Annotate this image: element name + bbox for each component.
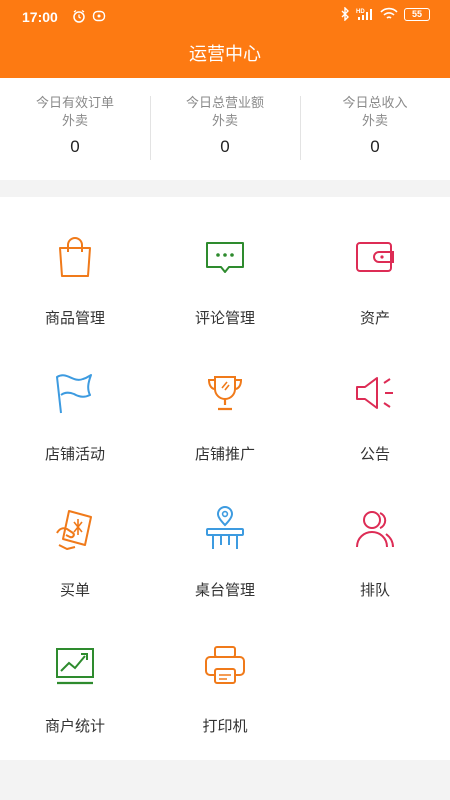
menu-item-reviews[interactable]: 评论管理 bbox=[150, 197, 300, 333]
page-title: 运营中心 bbox=[189, 44, 261, 65]
stat-valid-orders[interactable]: 今日有效订单 外卖 0 bbox=[0, 78, 150, 180]
menu-item-announcement[interactable]: 公告 bbox=[300, 333, 450, 469]
menu-item-printer[interactable]: 打印机 bbox=[150, 605, 300, 741]
menu-item-merchant-stats[interactable]: 商户统计 bbox=[0, 605, 150, 741]
alarm-icon bbox=[73, 9, 85, 23]
menu-item-store-events[interactable]: 店铺活动 bbox=[0, 333, 150, 469]
stat-value: 0 bbox=[220, 137, 230, 156]
stat-total-income[interactable]: 今日总收入 外卖 0 bbox=[300, 78, 450, 180]
menu-item-queue[interactable]: 排队 bbox=[300, 469, 450, 605]
stat-label: 今日总营业额 bbox=[185, 96, 264, 111]
shopping-bag-icon bbox=[59, 237, 91, 277]
chart-icon bbox=[56, 648, 94, 685]
menu-label: 排队 bbox=[359, 581, 390, 599]
menu-item-assets[interactable]: 资产 bbox=[300, 197, 450, 333]
stat-value: 0 bbox=[70, 137, 80, 156]
menu-label: 商户统计 bbox=[44, 717, 105, 735]
menu-label: 打印机 bbox=[202, 717, 248, 735]
status-right-icons: HD 55 bbox=[340, 7, 430, 21]
bluetooth-icon bbox=[341, 7, 349, 21]
notification-icon bbox=[92, 10, 106, 22]
queue-icon bbox=[356, 511, 394, 548]
signal-icon: HD bbox=[356, 9, 372, 20]
stat-label: 今日有效订单 bbox=[35, 96, 114, 111]
stat-sublabel: 外卖 bbox=[61, 114, 88, 129]
stat-sublabel: 外卖 bbox=[211, 114, 238, 129]
menu-label: 评论管理 bbox=[194, 309, 255, 327]
wallet-icon bbox=[356, 242, 394, 272]
trophy-icon bbox=[207, 376, 243, 411]
menu-label: 桌台管理 bbox=[194, 581, 255, 599]
stats-panel: 今日有效订单 外卖 0 今日总营业额 外卖 0 今日总收入 外卖 0 bbox=[0, 78, 450, 180]
menu-grid: 商品管理 评论管理 资产 店铺活动 店铺推广 公告 买单 桌台管理 排队 商户统… bbox=[0, 197, 450, 760]
status-time: 17:00 bbox=[22, 9, 58, 25]
svg-text:HD: HD bbox=[356, 9, 365, 15]
app-header: 17:00 HD 55 运营中心 bbox=[0, 0, 450, 78]
flag-icon bbox=[56, 374, 92, 414]
printer-icon bbox=[205, 646, 245, 684]
stat-value: 0 bbox=[370, 137, 380, 156]
megaphone-icon bbox=[356, 377, 393, 409]
menu-item-tables[interactable]: 桌台管理 bbox=[150, 469, 300, 605]
stat-sublabel: 外卖 bbox=[361, 114, 388, 129]
comment-icon bbox=[206, 242, 244, 273]
menu-label: 店铺推广 bbox=[194, 445, 255, 463]
stat-total-revenue[interactable]: 今日总营业额 外卖 0 bbox=[150, 78, 300, 180]
stat-label: 今日总收入 bbox=[342, 96, 408, 111]
battery-indicator: 55 bbox=[404, 7, 430, 21]
status-bar: 17:00 HD 55 bbox=[0, 0, 450, 34]
menu-item-store-promotion[interactable]: 店铺推广 bbox=[150, 333, 300, 469]
bill-icon bbox=[56, 510, 92, 550]
menu-item-products[interactable]: 商品管理 bbox=[0, 197, 150, 333]
menu-label: 公告 bbox=[359, 445, 390, 463]
menu-label: 店铺活动 bbox=[44, 445, 105, 463]
menu-item-pay-bill[interactable]: 买单 bbox=[0, 469, 150, 605]
menu-label: 资产 bbox=[359, 309, 390, 327]
wifi-icon bbox=[380, 7, 398, 19]
status-left-icons bbox=[72, 9, 106, 23]
table-icon bbox=[206, 506, 244, 549]
menu-label: 买单 bbox=[59, 581, 90, 599]
menu-label: 商品管理 bbox=[44, 309, 105, 327]
